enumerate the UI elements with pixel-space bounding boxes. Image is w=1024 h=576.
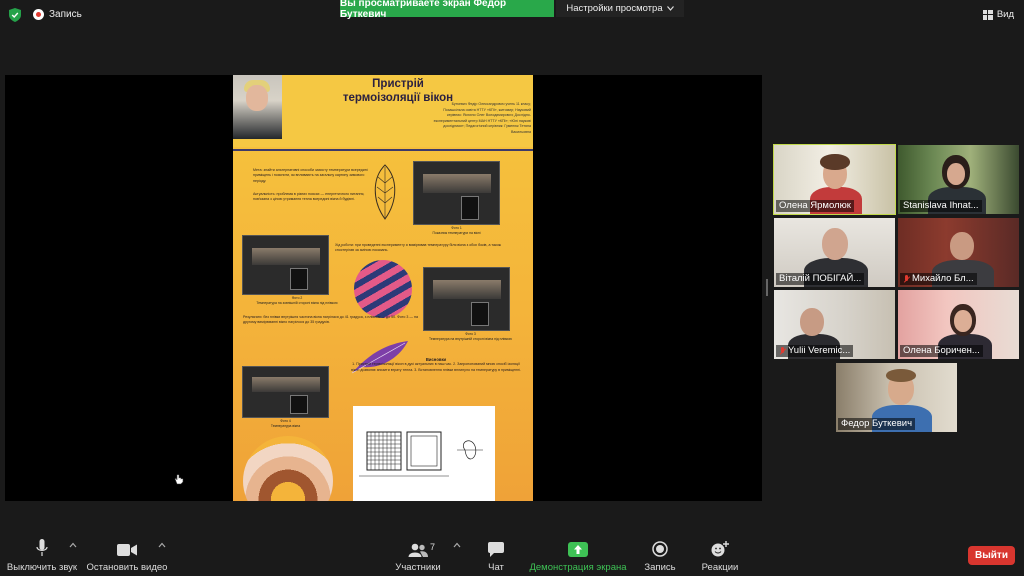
poster-photo-2 bbox=[242, 235, 329, 295]
top-bar: Запись Вы просматриваете экран Федор Бут… bbox=[0, 0, 1024, 30]
view-button[interactable]: Вид bbox=[982, 9, 1014, 20]
share-label: Демонстрация экрана bbox=[529, 562, 627, 573]
leave-meeting-button[interactable]: Выйти bbox=[968, 546, 1015, 565]
emoji-plus-icon bbox=[711, 539, 729, 557]
poster: Пристрій термоізоляції вікон Буткевич Фе… bbox=[233, 75, 533, 501]
participant-name: Stanislava Ihnat... bbox=[900, 200, 982, 212]
microphone-icon bbox=[36, 539, 48, 557]
mic-muted-icon bbox=[779, 346, 786, 356]
chevron-down-icon bbox=[666, 6, 674, 11]
participant-name: Віталій ПОБІГАЙ... bbox=[776, 273, 865, 285]
poster-results: Результати: без плівки внутрішня частина… bbox=[243, 315, 418, 325]
leaf-illustration-icon bbox=[374, 164, 396, 220]
poster-title-line1: Пристрій bbox=[372, 78, 424, 90]
participant-name: Олена Боричен... bbox=[900, 345, 983, 357]
participant-name: Yulii Veremic... bbox=[776, 345, 854, 357]
mic-muted-icon bbox=[903, 274, 910, 284]
record-icon bbox=[33, 9, 44, 20]
view-label: Вид bbox=[996, 9, 1014, 20]
mute-button[interactable]: Выключить звук bbox=[6, 539, 78, 573]
participants-count: 7 bbox=[430, 542, 436, 552]
mute-label: Выключить звук bbox=[6, 562, 78, 573]
participant-name-text: Yulii Veremic... bbox=[788, 345, 851, 356]
shared-screen: Пристрій термоізоляції вікон Буткевич Фе… bbox=[5, 75, 762, 501]
window-diagram bbox=[353, 406, 495, 501]
photo-2-desc: Температура на зовнішній стороні вікна п… bbox=[256, 301, 338, 305]
participant-name: Олена Ярмолюк bbox=[776, 200, 854, 212]
poster-authors: Буткевич Федір Олександрович учень 11 кл… bbox=[433, 102, 531, 134]
participant-tile[interactable]: Федор Буткевич bbox=[836, 363, 957, 432]
photo-2-caption: Фото 2 Температура на зовнішній стороні … bbox=[242, 296, 352, 306]
participant-name: Федор Буткевич bbox=[838, 418, 916, 430]
window-schematic-icon bbox=[359, 431, 483, 477]
photo-1-caption: Фото 1 Показник температури на вікні bbox=[413, 226, 500, 236]
video-camera-icon bbox=[117, 539, 137, 557]
poster-divider bbox=[233, 149, 533, 151]
share-screen-icon bbox=[568, 539, 588, 557]
photo-3-caption: Фото 3 Температура на внутрішній стороні… bbox=[413, 332, 528, 342]
poster-conclusions: Висновки 1. Пристрій термоізоляції вікон… bbox=[351, 357, 521, 373]
video-label: Остановить видео bbox=[86, 562, 168, 573]
participants-options-caret-icon[interactable] bbox=[453, 542, 461, 548]
reactions-label: Реакции bbox=[701, 562, 739, 573]
participant-tile[interactable]: Олена Боричен... bbox=[898, 290, 1019, 359]
record-circle-icon bbox=[652, 539, 668, 557]
participant-tile[interactable]: Stanislava Ihnat... bbox=[898, 145, 1019, 214]
record-label: Запись bbox=[644, 562, 676, 573]
screen-share-banner: Вы просматриваете экран Федор Буткевич bbox=[340, 0, 554, 20]
hand-cursor-icon bbox=[174, 474, 184, 485]
poster-header: Пристрій термоізоляції вікон Буткевич Фе… bbox=[233, 75, 533, 147]
video-options-caret-icon[interactable] bbox=[158, 542, 166, 548]
photo-4-desc: Температура вікна bbox=[270, 424, 301, 428]
chat-label: Чат bbox=[488, 562, 504, 573]
participants-icon bbox=[408, 539, 428, 557]
reactions-button[interactable]: Реакции bbox=[698, 539, 742, 573]
recording-indicator[interactable]: Запись bbox=[33, 9, 82, 20]
poster-photo-3 bbox=[423, 267, 510, 331]
decorative-ball bbox=[354, 260, 412, 318]
author-photo bbox=[233, 75, 282, 139]
view-options-button[interactable]: Настройки просмотра bbox=[556, 0, 684, 17]
panel-resize-handle[interactable] bbox=[766, 279, 768, 296]
participant-name: Михайло Бл... bbox=[900, 273, 977, 285]
poster-title: Пристрій термоізоляції вікон bbox=[303, 77, 493, 105]
record-button[interactable]: Запись bbox=[640, 539, 680, 573]
poster-photo-4 bbox=[242, 366, 329, 418]
participants-label: Участники bbox=[395, 562, 441, 573]
meeting-toolbar: Выключить звук Остановить видео Участник… bbox=[0, 533, 1024, 576]
security-shield-icon[interactable] bbox=[9, 8, 21, 22]
participant-tile[interactable]: Yulii Veremic... bbox=[774, 290, 895, 359]
chat-bubble-icon bbox=[488, 539, 504, 557]
grid-view-icon bbox=[982, 9, 993, 20]
photo-4-caption: Фото 4 Температура вікна bbox=[242, 419, 329, 429]
photo-1-desc: Показник температури на вікні bbox=[432, 231, 481, 235]
participant-tile[interactable]: Михайло Бл... bbox=[898, 218, 1019, 287]
photo-3-desc: Температура на внутрішній стороні вікна … bbox=[429, 337, 512, 341]
view-options-label: Настройки просмотра bbox=[566, 3, 663, 14]
poster-photo-1 bbox=[413, 161, 500, 225]
decorative-arch bbox=[243, 436, 333, 501]
audio-options-caret-icon[interactable] bbox=[69, 542, 77, 548]
share-screen-button[interactable]: Демонстрация экрана bbox=[528, 539, 628, 573]
conclusions-text: 1. Пристрій термоізоляції вікон в дусі а… bbox=[351, 362, 521, 372]
poster-relevance: Актуальність: проблема в різних поясах —… bbox=[253, 192, 365, 202]
stop-video-button[interactable]: Остановить видео bbox=[86, 539, 168, 573]
participant-tile[interactable]: Віталій ПОБІГАЙ... bbox=[774, 218, 895, 287]
poster-work: Хід роботи: при проведенні експерименту … bbox=[335, 243, 502, 253]
recording-label: Запись bbox=[49, 9, 82, 20]
participants-button[interactable]: Участники bbox=[392, 539, 444, 573]
participant-tile[interactable]: Олена Ярмолюк bbox=[773, 144, 896, 215]
poster-goal: Мета: знайти альтернативні способи захис… bbox=[253, 168, 368, 183]
chat-button[interactable]: Чат bbox=[478, 539, 514, 573]
participant-name-text: Михайло Бл... bbox=[912, 273, 974, 284]
